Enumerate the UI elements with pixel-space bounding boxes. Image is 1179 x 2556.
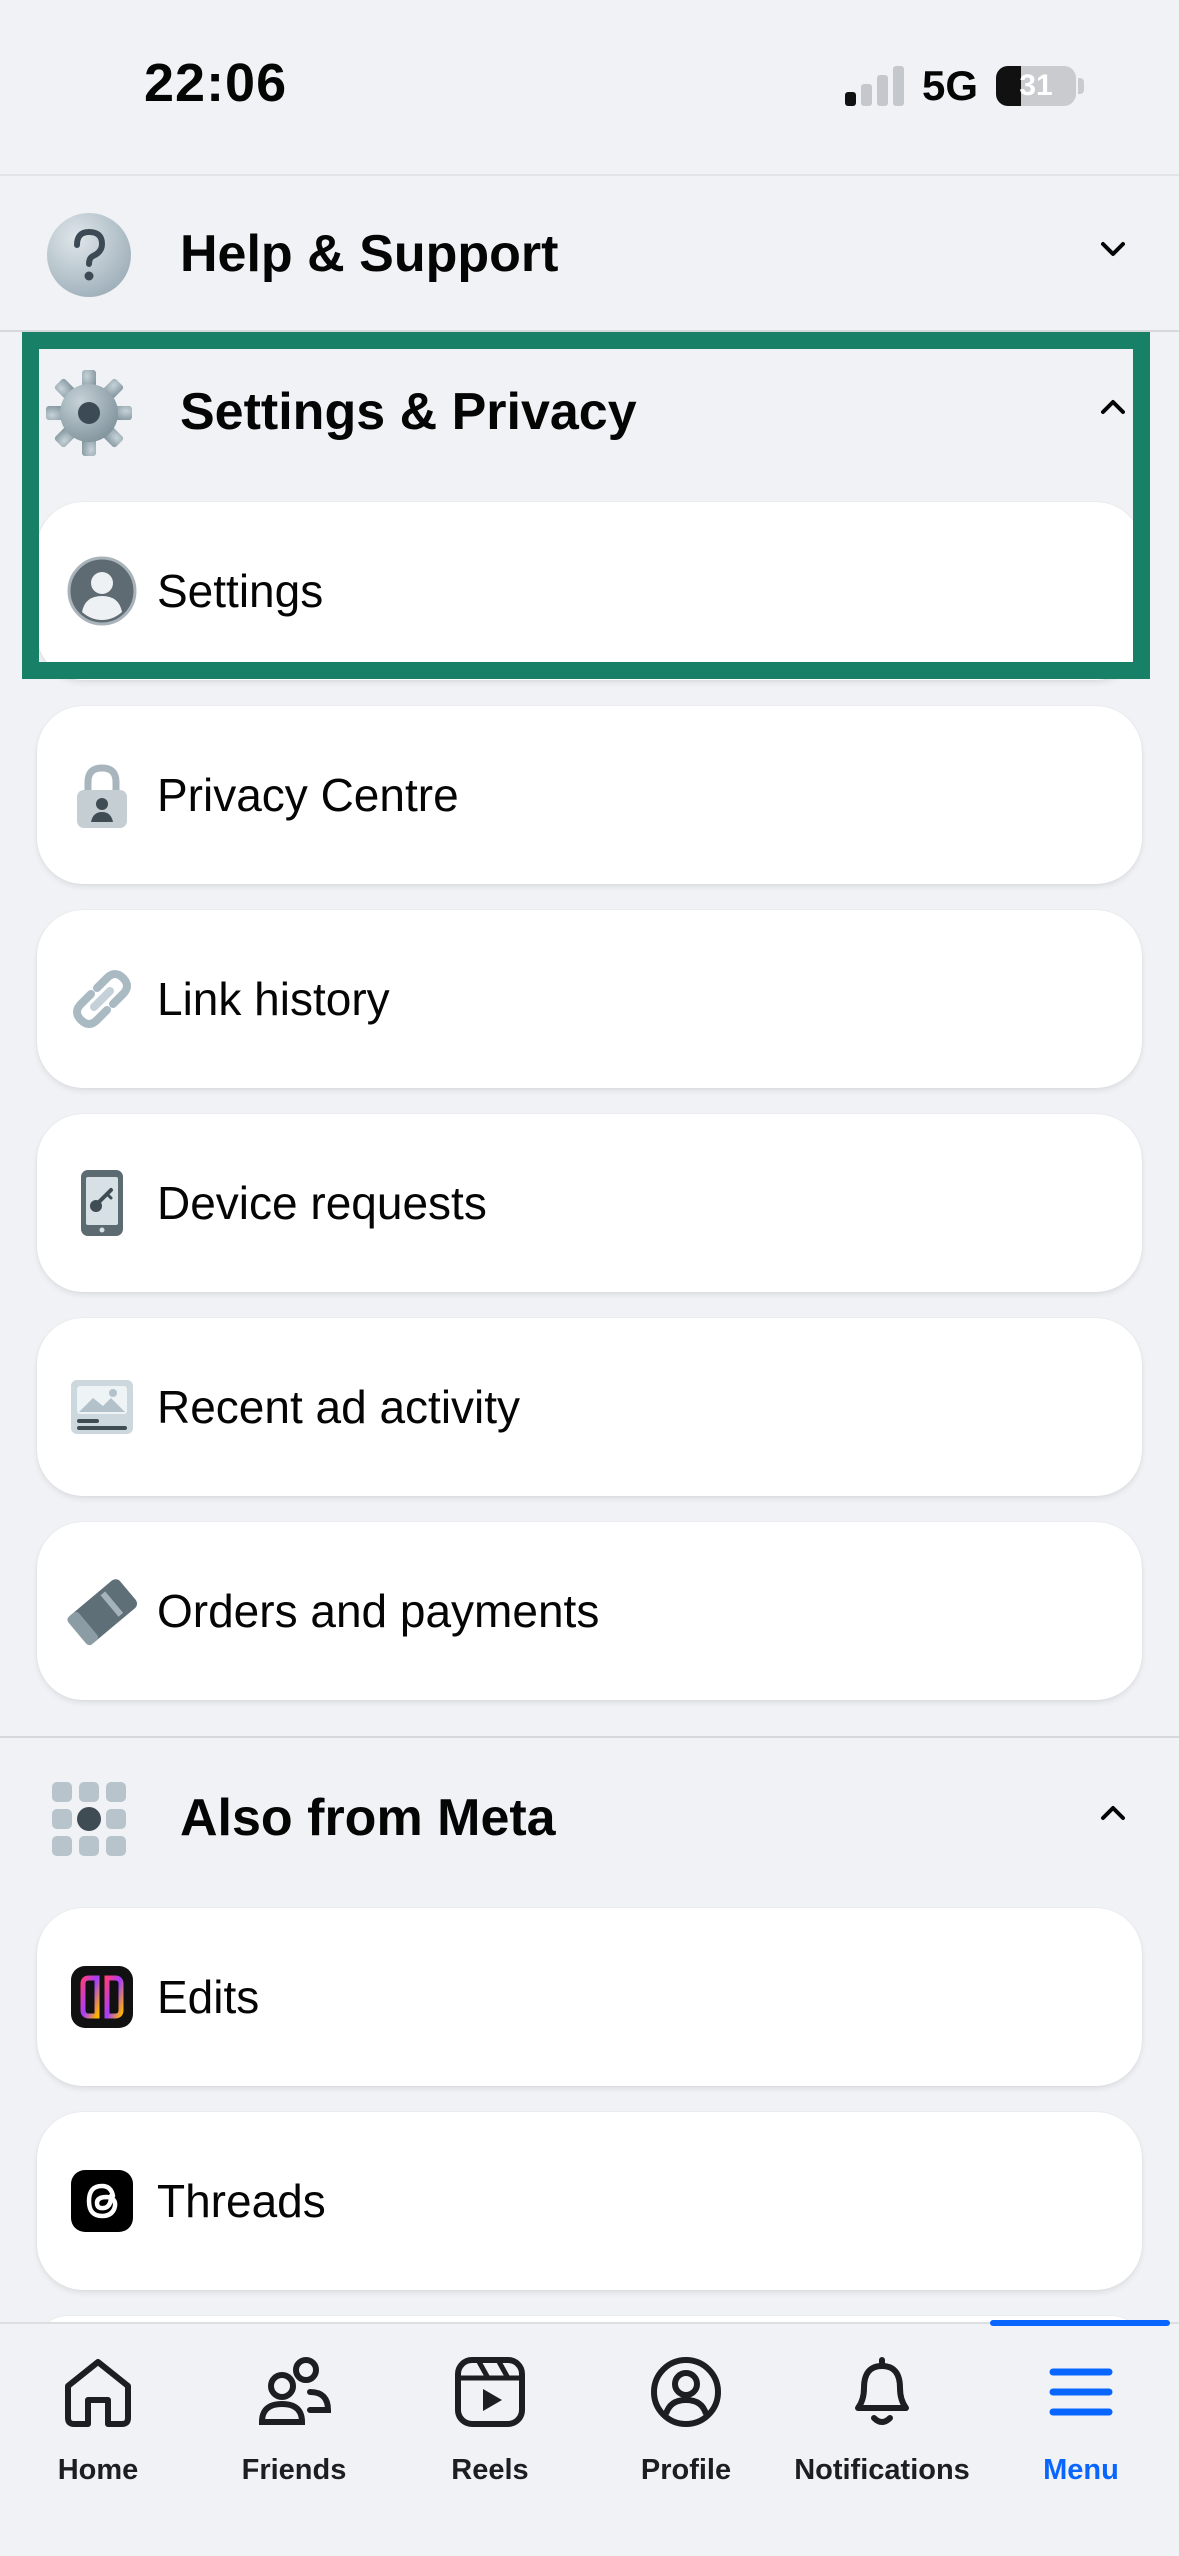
apps-grid-icon [52, 1782, 126, 1856]
nav-label: Home [57, 2454, 139, 2486]
lock-icon [77, 764, 127, 828]
payment-card-icon [67, 1579, 137, 1646]
reels-icon [455, 2357, 525, 2427]
menu-item-label: Edits [157, 1971, 260, 2023]
nav-home[interactable]: Home [0, 2352, 196, 2512]
chevron-down-icon[interactable] [1096, 232, 1130, 266]
active-tab-indicator [990, 2320, 1170, 2326]
signal-strength-icon [845, 64, 905, 106]
nav-notifications[interactable]: Notifications [784, 2352, 980, 2512]
nav-menu[interactable]: Menu [983, 2352, 1179, 2512]
ad-activity-icon [71, 1380, 133, 1434]
menu-item-label: Link history [157, 973, 390, 1025]
menu-item-link-history[interactable]: Link history [37, 910, 1142, 1088]
menu-item-label: Privacy Centre [157, 769, 459, 821]
nav-label: Menu [1043, 2454, 1119, 2486]
menu-item-label: Device requests [157, 1177, 487, 1229]
nav-friends[interactable]: Friends [196, 2352, 392, 2512]
help-support-section[interactable]: Help & Support [0, 176, 1179, 326]
chevron-up-icon[interactable] [1096, 390, 1130, 424]
nav-label: Reels [451, 2454, 529, 2486]
settings-privacy-title: Settings & Privacy [180, 383, 637, 441]
chevron-up-icon[interactable] [1096, 1796, 1130, 1830]
menu-item-orders-payments[interactable]: Orders and payments [37, 1522, 1142, 1700]
home-icon [65, 2359, 131, 2427]
help-question-icon [47, 213, 131, 297]
threads-app-icon [71, 2170, 133, 2232]
divider [0, 1736, 1179, 1738]
menu-item-label: Threads [157, 2175, 326, 2227]
menu-item-label: Recent ad activity [157, 1381, 521, 1433]
status-time: 22:06 [144, 53, 288, 113]
link-icon [73, 970, 131, 1028]
nav-profile[interactable]: Profile [588, 2352, 784, 2512]
menu-item-device-requests[interactable]: Device requests [37, 1114, 1142, 1292]
profile-circle-icon [67, 556, 137, 626]
nav-label: Friends [241, 2454, 347, 2486]
divider [0, 330, 1179, 332]
settings-privacy-section[interactable]: Settings & Privacy [0, 334, 1179, 484]
phone-key-icon [81, 1170, 123, 1236]
menu-item-label: Orders and payments [157, 1585, 600, 1637]
also-from-meta-title: Also from Meta [180, 1789, 556, 1847]
battery-percentage: 31 [1019, 69, 1053, 102]
battery-icon: 31 [996, 66, 1076, 106]
edits-app-icon [71, 1966, 133, 2028]
menu-item-threads[interactable]: Threads [37, 2112, 1142, 2290]
friends-icon [258, 2357, 332, 2425]
nav-label: Profile [640, 2454, 732, 2486]
gear-icon [46, 370, 132, 456]
bell-icon [855, 2357, 909, 2425]
menu-item-edits[interactable]: Edits [37, 1908, 1142, 2086]
menu-item-settings[interactable]: Settings [37, 502, 1142, 680]
status-bar: 22:06 5G 31 [0, 0, 1179, 176]
nav-reels[interactable]: Reels [392, 2352, 588, 2512]
menu-item-privacy-centre[interactable]: Privacy Centre [37, 706, 1142, 884]
also-from-meta-section[interactable]: Also from Meta [0, 1740, 1179, 1890]
nav-label: Notifications [794, 2454, 970, 2486]
menu-item-label: Settings [157, 565, 324, 617]
profile-icon [651, 2357, 721, 2427]
bottom-nav: Home Friends Reels Profile Notifications… [0, 2322, 1179, 2556]
menu-item-recent-ad-activity[interactable]: Recent ad activity [37, 1318, 1142, 1496]
network-type: 5G [922, 62, 979, 109]
menu-icon [1049, 2368, 1113, 2416]
help-support-title: Help & Support [180, 225, 559, 283]
